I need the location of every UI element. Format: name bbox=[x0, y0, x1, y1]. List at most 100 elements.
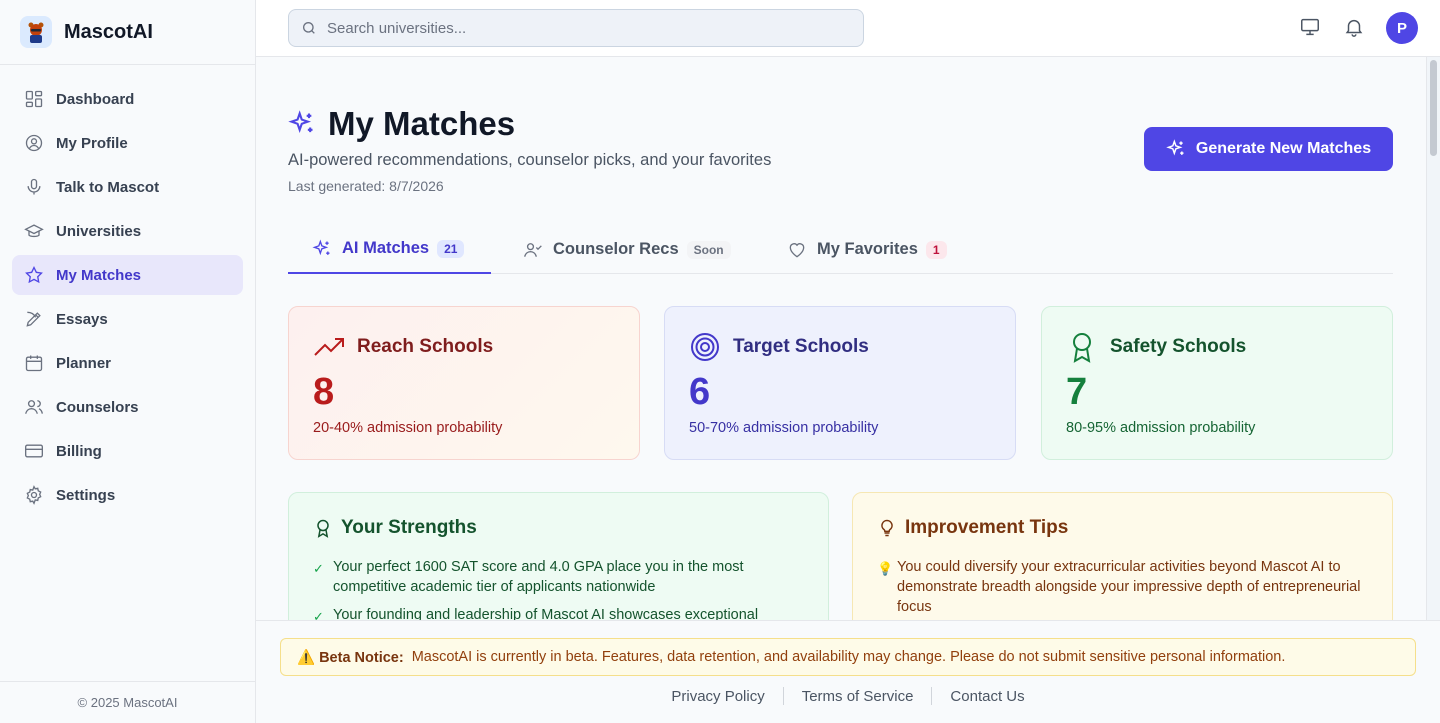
reach-schools-card[interactable]: Reach Schools 8 20-40% admission probabi… bbox=[288, 306, 640, 460]
strengths-card: Your Strengths ✓ Your perfect 1600 SAT sc… bbox=[288, 492, 829, 620]
page-title: My Matches bbox=[328, 105, 516, 142]
safety-probability: 80-95% admission probability bbox=[1066, 420, 1256, 436]
sidebar-item-dashboard[interactable]: Dashboard bbox=[12, 79, 243, 119]
award-icon bbox=[317, 519, 329, 538]
search-icon bbox=[303, 22, 315, 34]
credit-card-icon bbox=[25, 444, 43, 458]
card-title: Improvement Tips bbox=[905, 517, 1069, 538]
monitor-icon bbox=[1301, 18, 1319, 36]
dashboard-icon bbox=[25, 90, 43, 108]
reach-probability: 20-40% admission probability bbox=[313, 420, 503, 436]
graduation-cap-icon bbox=[24, 224, 44, 238]
sidebar-item-planner[interactable]: Planner bbox=[12, 343, 243, 383]
tab-count-badge: 1 bbox=[925, 240, 947, 259]
sidebar-item-my-matches[interactable]: My Matches bbox=[12, 255, 243, 295]
terms-of-service-link[interactable]: Terms of Service bbox=[784, 688, 932, 705]
sidebar-item-essays[interactable]: Essays bbox=[12, 299, 243, 339]
list-item: ✓ Your perfect 1600 SAT score and 4.0 GPA… bbox=[313, 559, 744, 595]
strengths-list: ✓ Your perfect 1600 SAT score and 4.0 GPA… bbox=[313, 557, 804, 620]
safety-schools-card[interactable]: Safety Schools 7 80-95% admission probab… bbox=[1041, 306, 1393, 460]
heart-icon bbox=[789, 242, 805, 257]
avatar[interactable]: P bbox=[1386, 12, 1418, 44]
main-content: My Matches AI-powered recommendations, c… bbox=[256, 57, 1426, 620]
target-icon bbox=[691, 333, 719, 361]
microphone-icon bbox=[27, 178, 41, 195]
sidebar-item-label: Billing bbox=[56, 442, 102, 460]
calendar-icon bbox=[25, 355, 43, 372]
sidebar-item-talk-to-mascot[interactable]: Talk to Mascot bbox=[12, 167, 243, 207]
users-icon bbox=[25, 400, 43, 414]
tab-counselor-recs[interactable]: Counselor Recs Soon bbox=[499, 225, 755, 274]
last-generated-text: Last generated: 8/7/2026 bbox=[288, 178, 444, 194]
page-subtitle: AI-powered recommendations, counselor pi… bbox=[288, 151, 772, 169]
gear-icon bbox=[26, 485, 42, 505]
scrollbar-thumb[interactable] bbox=[1430, 60, 1437, 156]
sidebar-item-label: Universities bbox=[56, 222, 142, 240]
safety-count: 7 bbox=[1066, 371, 1088, 413]
sidebar-nav: Dashboard My Profile Talk to Mascot Univ… bbox=[0, 65, 255, 533]
search-input[interactable] bbox=[327, 19, 847, 37]
footer-links: Privacy Policy Terms of Service Contact … bbox=[256, 687, 1440, 705]
topbar: P bbox=[256, 0, 1440, 57]
sidebar-item-label: Settings bbox=[56, 486, 116, 504]
brand-name: MascotAI bbox=[64, 20, 153, 43]
notifications-button[interactable] bbox=[1343, 16, 1367, 40]
match-tabs: AI Matches 21 Counselor Recs Soon My Fav… bbox=[288, 225, 1393, 274]
sidebar-item-label: My Profile bbox=[56, 134, 128, 152]
sidebar-item-label: Essays bbox=[56, 310, 108, 328]
tab-label: Counselor Recs bbox=[553, 240, 679, 258]
tab-label: My Favorites bbox=[817, 240, 918, 258]
card-title: Reach Schools bbox=[357, 336, 494, 357]
target-probability: 50-70% admission probability bbox=[689, 420, 879, 436]
sidebar-item-my-profile[interactable]: My Profile bbox=[12, 123, 243, 163]
tab-ai-matches[interactable]: AI Matches 21 bbox=[288, 225, 491, 274]
list-item: ✓ Your founding and leadership of Mascot … bbox=[313, 605, 804, 620]
brand[interactable]: MascotAI bbox=[0, 0, 255, 65]
sparkles-icon bbox=[312, 238, 330, 255]
display-toggle-button[interactable] bbox=[1299, 16, 1323, 40]
beta-notice: ⚠️ Beta Notice: MascotAI is currently in… bbox=[280, 638, 1416, 676]
card-title: Your Strengths bbox=[341, 517, 477, 538]
user-circle-icon bbox=[25, 134, 43, 152]
trending-up-icon bbox=[314, 338, 344, 356]
sparkles-icon bbox=[1166, 139, 1184, 156]
award-icon bbox=[1073, 333, 1091, 363]
lightbulb-icon: 💡 bbox=[877, 561, 894, 576]
check-icon: ✓ bbox=[313, 609, 324, 620]
sidebar-item-label: Dashboard bbox=[56, 90, 135, 108]
tab-label: AI Matches bbox=[342, 239, 430, 257]
generate-button-label: Generate New Matches bbox=[1195, 140, 1372, 157]
page-footer: ⚠️ Beta Notice: MascotAI is currently in… bbox=[256, 620, 1440, 723]
sidebar-item-label: Talk to Mascot bbox=[56, 178, 160, 196]
sidebar-item-universities[interactable]: Universities bbox=[12, 211, 243, 251]
beta-label: ⚠️ Beta Notice: bbox=[297, 649, 404, 666]
search-bar[interactable] bbox=[288, 9, 864, 47]
privacy-policy-link[interactable]: Privacy Policy bbox=[653, 688, 782, 705]
sidebar-item-counselors[interactable]: Counselors bbox=[12, 387, 243, 427]
generate-new-matches-button[interactable]: Generate New Matches bbox=[1144, 127, 1393, 171]
page-header: My Matches AI-powered recommendations, c… bbox=[288, 105, 771, 194]
tips-list: 💡 You could diversify your extracurricula… bbox=[877, 557, 1368, 617]
check-icon: ✓ bbox=[313, 561, 324, 576]
card-title: Safety Schools bbox=[1110, 336, 1247, 357]
sparkles-icon bbox=[288, 110, 313, 134]
tab-count-badge: 21 bbox=[437, 239, 465, 258]
contact-us-link[interactable]: Contact Us bbox=[932, 688, 1042, 705]
tab-my-favorites[interactable]: My Favorites 1 bbox=[763, 225, 971, 274]
main-scrollbar[interactable] bbox=[1426, 57, 1440, 620]
lightbulb-icon bbox=[881, 519, 893, 537]
target-count: 6 bbox=[689, 371, 711, 413]
list-item: 💡 You could diversify your extracurricula… bbox=[877, 559, 1361, 615]
beta-text: MascotAI is currently in beta. Features,… bbox=[411, 649, 1286, 665]
improvement-tips-card: Improvement Tips 💡 You could diversify yo… bbox=[852, 492, 1393, 620]
mascot-logo-icon bbox=[20, 16, 52, 48]
sidebar-copyright: © 2025 MascotAI bbox=[0, 681, 255, 723]
sidebar-item-label: Counselors bbox=[56, 398, 139, 416]
target-schools-card[interactable]: Target Schools 6 50-70% admission probab… bbox=[664, 306, 1016, 460]
tab-soon-badge: Soon bbox=[686, 240, 731, 259]
star-icon bbox=[25, 265, 43, 284]
sidebar-item-billing[interactable]: Billing bbox=[12, 431, 243, 471]
sidebar-item-settings[interactable]: Settings bbox=[12, 475, 243, 515]
user-check-icon bbox=[524, 242, 542, 257]
sidebar-item-label: My Matches bbox=[56, 266, 142, 284]
